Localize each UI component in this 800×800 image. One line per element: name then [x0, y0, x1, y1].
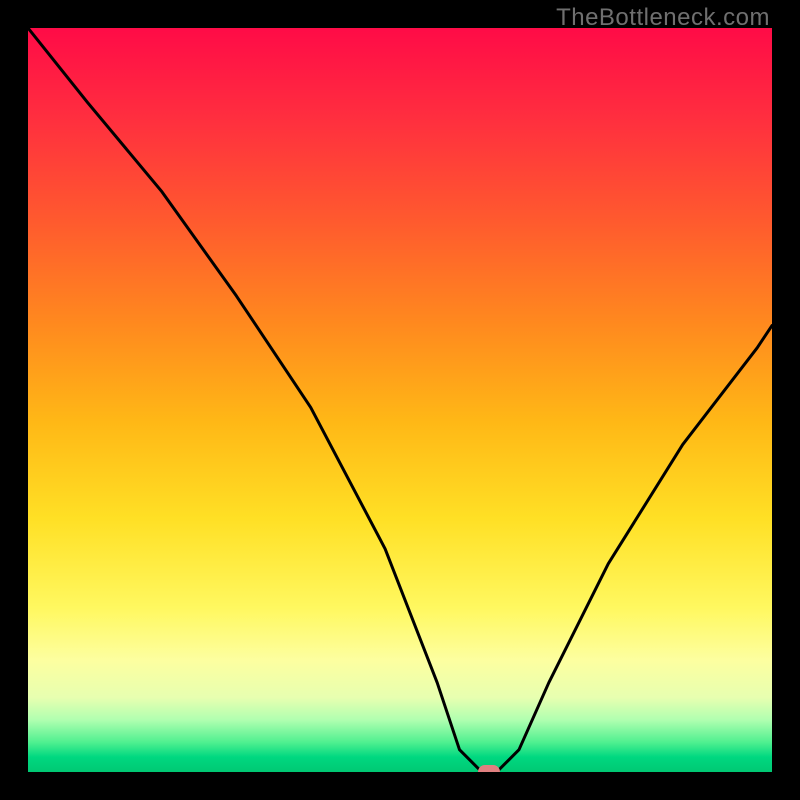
plot-area	[28, 28, 772, 772]
curve-layer	[28, 28, 772, 772]
chart-frame: TheBottleneck.com	[0, 0, 800, 800]
bottleneck-curve	[28, 28, 772, 772]
optimal-point-marker	[478, 765, 500, 772]
watermark-text: TheBottleneck.com	[556, 4, 770, 32]
